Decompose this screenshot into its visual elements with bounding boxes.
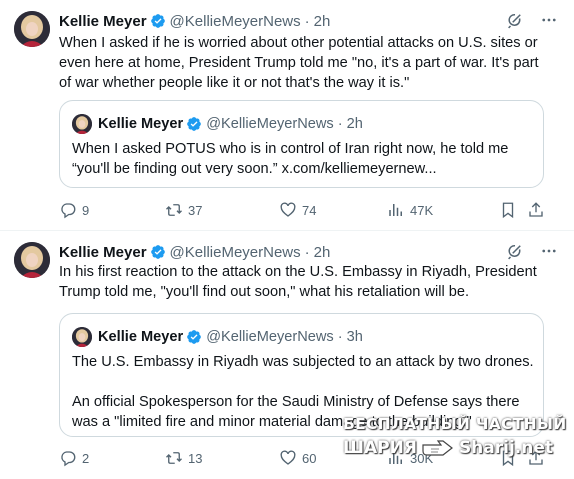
timestamp: 3h bbox=[346, 329, 363, 345]
repost-icon bbox=[166, 452, 182, 464]
avatar[interactable] bbox=[14, 242, 50, 278]
view-count: 47K bbox=[410, 202, 434, 218]
reply-button[interactable]: 2 bbox=[59, 448, 89, 468]
reply-count: 9 bbox=[82, 202, 90, 218]
avatar bbox=[72, 327, 92, 347]
bookmark-button[interactable] bbox=[499, 448, 517, 468]
quoted-tweet-text: The U.S. Embassy in Riyadh was subjected… bbox=[72, 354, 534, 430]
repost-button[interactable]: 13 bbox=[165, 448, 202, 468]
repost-count: 37 bbox=[188, 202, 203, 218]
reply-icon bbox=[61, 203, 76, 219]
author-name: Kellie Meyer bbox=[98, 329, 184, 345]
like-button[interactable]: 74 bbox=[279, 200, 316, 220]
bookmark-icon bbox=[502, 202, 514, 219]
author-handle: @KellieMeyerNews bbox=[206, 116, 334, 132]
view-count: 30K bbox=[410, 450, 434, 466]
views-button[interactable]: 47K bbox=[387, 200, 433, 220]
author-handle[interactable]: @KellieMeyerNews bbox=[170, 13, 301, 30]
timestamp[interactable]: 2h bbox=[314, 244, 331, 261]
tweet[interactable]: Kellie Meyer @KellieMeyerNews · 2h When … bbox=[0, 0, 574, 231]
tweet-header: Kellie Meyer @KellieMeyerNews · 2h bbox=[59, 11, 330, 31]
tweet-header: Kellie Meyer @KellieMeyerNews · 2h bbox=[59, 242, 330, 262]
views-icon bbox=[389, 452, 402, 464]
bookmark-button[interactable] bbox=[499, 200, 517, 220]
timestamp: 2h bbox=[346, 116, 363, 132]
quoted-tweet[interactable]: Kellie Meyer @KellieMeyerNews · 2h When … bbox=[59, 100, 544, 188]
like-count: 74 bbox=[302, 202, 317, 218]
share-icon bbox=[529, 202, 543, 217]
avatar bbox=[72, 114, 92, 134]
author-name: Kellie Meyer bbox=[98, 116, 184, 132]
author-name[interactable]: Kellie Meyer bbox=[59, 13, 147, 30]
more-icon[interactable] bbox=[540, 11, 558, 29]
views-button[interactable]: 30K bbox=[387, 448, 433, 468]
separator-dot: · bbox=[337, 329, 343, 345]
tweet[interactable]: Kellie Meyer @KellieMeyerNews · 2h In hi… bbox=[0, 231, 574, 479]
quoted-tweet-header: Kellie Meyer @KellieMeyerNews · 3h bbox=[98, 326, 363, 348]
bookmark-icon bbox=[502, 450, 514, 467]
reply-icon bbox=[61, 451, 76, 467]
share-button[interactable] bbox=[527, 448, 545, 468]
repost-count: 13 bbox=[188, 450, 203, 466]
verified-badge-icon bbox=[186, 116, 202, 132]
quoted-tweet[interactable]: Kellie Meyer @KellieMeyerNews · 3h The U… bbox=[59, 313, 544, 437]
repost-icon bbox=[166, 204, 182, 216]
reply-button[interactable]: 9 bbox=[59, 200, 89, 220]
action-bar: 2 13 60 30K bbox=[59, 448, 559, 468]
reply-count: 2 bbox=[82, 450, 90, 466]
repost-button[interactable]: 37 bbox=[165, 200, 202, 220]
like-button[interactable]: 60 bbox=[279, 448, 316, 468]
quoted-tweet-text: When I asked POTUS who is in control of … bbox=[72, 141, 509, 177]
avatar[interactable] bbox=[14, 11, 50, 47]
author-handle[interactable]: @KellieMeyerNews bbox=[170, 244, 301, 261]
views-icon bbox=[389, 204, 402, 216]
separator-dot: · bbox=[304, 243, 310, 261]
author-name[interactable]: Kellie Meyer bbox=[59, 244, 147, 261]
more-icon[interactable] bbox=[540, 242, 558, 260]
action-bar: 9 37 74 47K bbox=[59, 200, 559, 220]
tweet-text: When I asked if he is worried about othe… bbox=[59, 35, 539, 91]
heart-icon bbox=[280, 202, 296, 217]
verified-badge-icon bbox=[186, 329, 202, 345]
grok-icon[interactable] bbox=[506, 242, 524, 260]
share-icon bbox=[529, 450, 543, 465]
share-button[interactable] bbox=[527, 200, 545, 220]
tweet-text: In his first reaction to the attack on t… bbox=[59, 264, 537, 300]
heart-icon bbox=[280, 450, 296, 465]
grok-icon[interactable] bbox=[506, 11, 524, 29]
timestamp[interactable]: 2h bbox=[314, 13, 331, 30]
author-handle: @KellieMeyerNews bbox=[206, 329, 334, 345]
like-count: 60 bbox=[302, 450, 317, 466]
verified-badge-icon bbox=[150, 244, 166, 260]
separator-dot: · bbox=[337, 116, 343, 132]
separator-dot: · bbox=[304, 12, 310, 30]
verified-badge-icon bbox=[150, 13, 166, 29]
quoted-tweet-header: Kellie Meyer @KellieMeyerNews · 2h bbox=[98, 113, 363, 135]
